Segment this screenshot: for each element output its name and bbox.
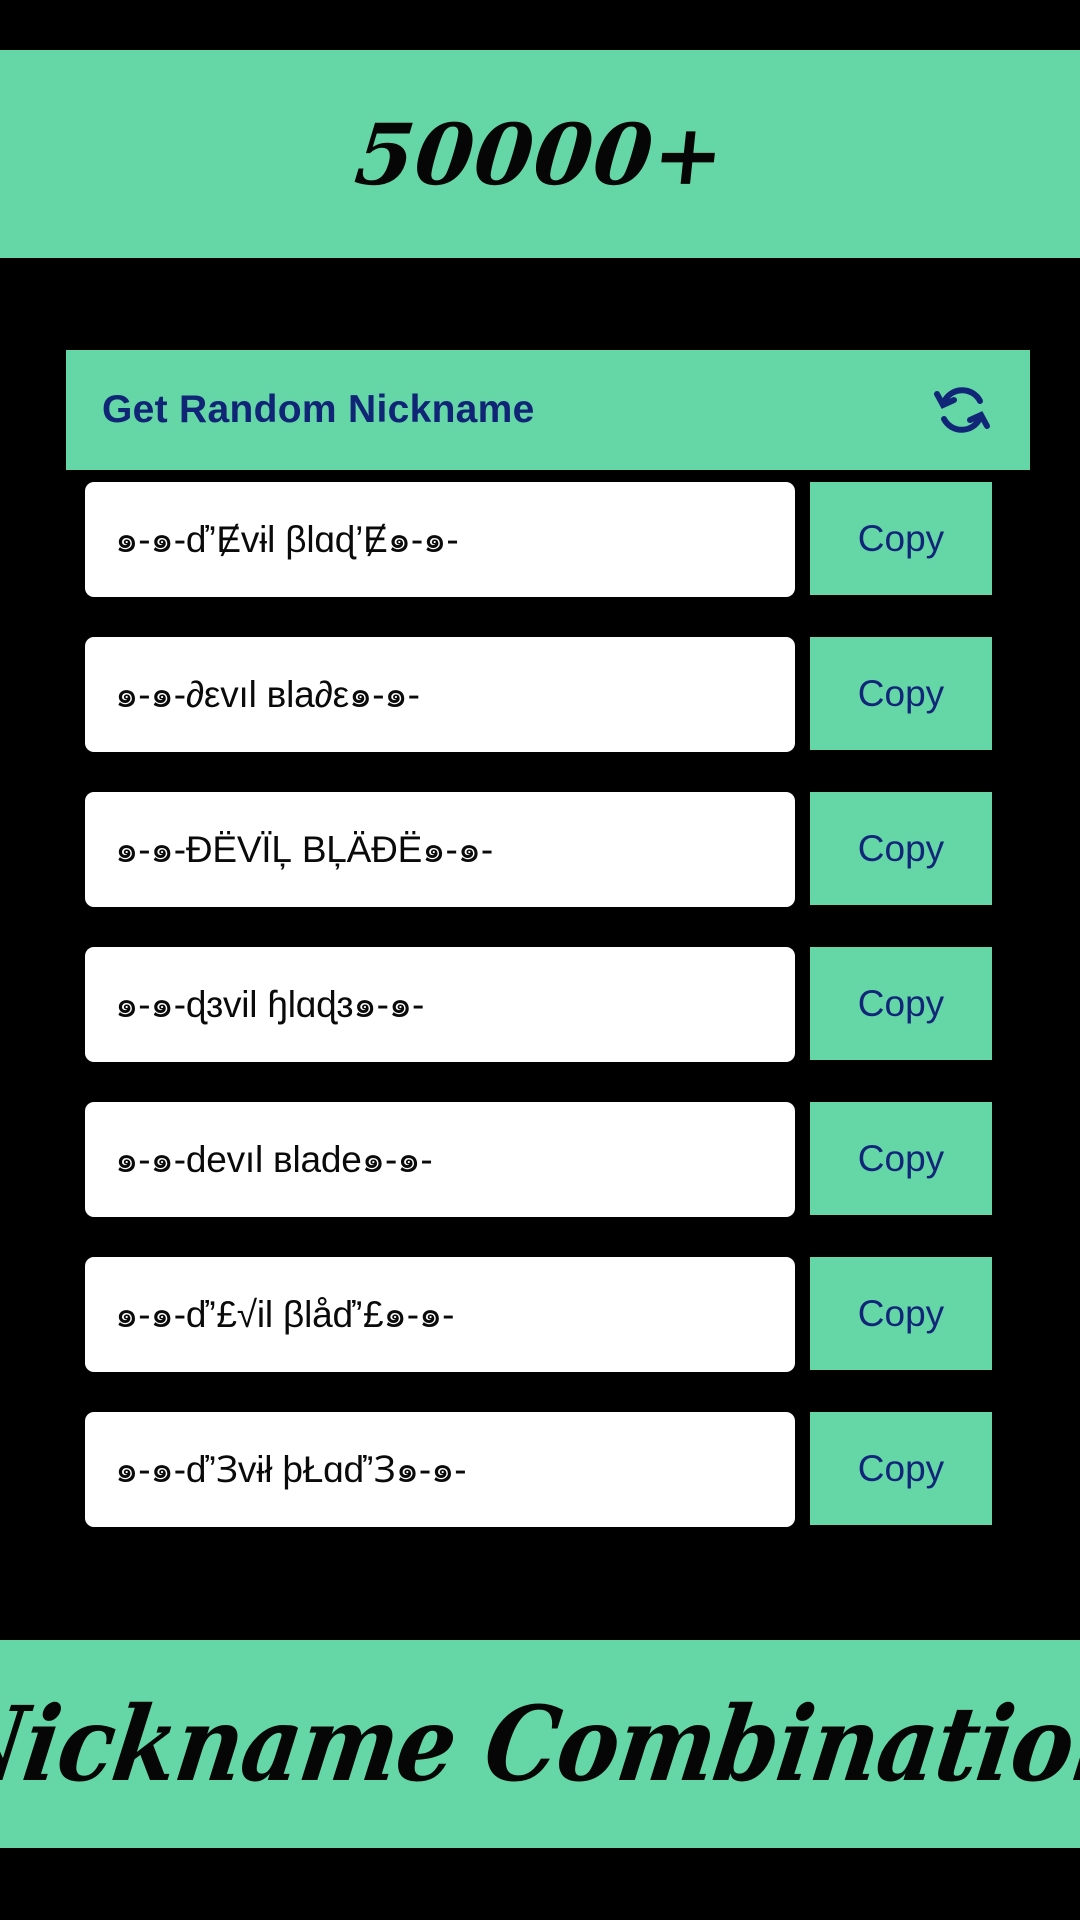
page-title: 50000+ <box>350 104 730 204</box>
nickname-text: ๑-๑-∂εvıl вla∂ε๑-๑- <box>115 674 420 715</box>
nickname-card[interactable]: ๑-๑-ɖɜvil ɧlɑɖɜ๑-๑- <box>85 947 795 1062</box>
nickname-row: ๑-๑-ď’Ɇvɨl βlɑɖ’Ɇ๑-๑- Copy <box>0 482 1080 609</box>
copy-button[interactable]: Copy <box>810 637 992 750</box>
nickname-row: ๑-๑-ď’£√il βlåď’£๑-๑- Copy <box>0 1257 1080 1384</box>
copy-button[interactable]: Copy <box>810 1412 992 1525</box>
app-screen: 50000+ Get Random Nickname ๑-๑-ď’Ɇvɨl βl… <box>0 0 1080 1920</box>
nickname-row: ๑-๑-ĐËVÏĻ BĻÄĐË๑-๑- Copy <box>0 792 1080 919</box>
nickname-text: ๑-๑-ď’Ɜvɨł þŁɑď’Ɜ๑-๑- <box>115 1449 467 1490</box>
nickname-row: ๑-๑-devıl вlade๑-๑- Copy <box>0 1102 1080 1229</box>
bottom-banner: Nickname Combination <box>0 1640 1080 1848</box>
nickname-text: ๑-๑-devıl вlade๑-๑- <box>115 1139 433 1180</box>
footer-title: Nickname Combination <box>0 1683 1080 1805</box>
copy-button-label: Copy <box>857 672 945 714</box>
refresh-icon[interactable] <box>930 378 994 442</box>
copy-button[interactable]: Copy <box>810 1257 992 1370</box>
nickname-text: ๑-๑-ď’£√il βlåď’£๑-๑- <box>115 1294 455 1335</box>
nickname-text: ๑-๑-ɖɜvil ɧlɑɖɜ๑-๑- <box>115 984 425 1025</box>
copy-button[interactable]: Copy <box>810 947 992 1060</box>
nickname-card[interactable]: ๑-๑-ď’Ɜvɨł þŁɑď’Ɜ๑-๑- <box>85 1412 795 1527</box>
nickname-card[interactable]: ๑-๑-ď’£√il βlåď’£๑-๑- <box>85 1257 795 1372</box>
get-random-nickname-label: Get Random Nickname <box>102 388 535 431</box>
copy-button[interactable]: Copy <box>810 1102 992 1215</box>
copy-button-label: Copy <box>857 982 945 1024</box>
nickname-card[interactable]: ๑-๑-∂εvıl вla∂ε๑-๑- <box>85 637 795 752</box>
copy-button[interactable]: Copy <box>810 482 992 595</box>
nickname-list: ๑-๑-ď’Ɇvɨl βlɑɖ’Ɇ๑-๑- Copy ๑-๑-∂εvıl вla… <box>0 482 1080 1567</box>
nickname-row: ๑-๑-ɖɜvil ɧlɑɖɜ๑-๑- Copy <box>0 947 1080 1074</box>
nickname-text: ๑-๑-ď’Ɇvɨl βlɑɖ’Ɇ๑-๑- <box>115 519 459 560</box>
top-banner: 50000+ <box>0 50 1080 258</box>
nickname-card[interactable]: ๑-๑-ď’Ɇvɨl βlɑɖ’Ɇ๑-๑- <box>85 482 795 597</box>
copy-button-label: Copy <box>857 827 945 869</box>
copy-button-label: Copy <box>857 1292 945 1334</box>
nickname-row: ๑-๑-∂εvıl вla∂ε๑-๑- Copy <box>0 637 1080 764</box>
get-random-nickname-bar[interactable]: Get Random Nickname <box>66 350 1030 470</box>
nickname-card[interactable]: ๑-๑-ĐËVÏĻ BĻÄĐË๑-๑- <box>85 792 795 907</box>
nickname-card[interactable]: ๑-๑-devıl вlade๑-๑- <box>85 1102 795 1217</box>
nickname-text: ๑-๑-ĐËVÏĻ BĻÄĐË๑-๑- <box>115 829 493 870</box>
nickname-row: ๑-๑-ď’Ɜvɨł þŁɑď’Ɜ๑-๑- Copy <box>0 1412 1080 1539</box>
copy-button[interactable]: Copy <box>810 792 992 905</box>
copy-button-label: Copy <box>857 1137 945 1179</box>
copy-button-label: Copy <box>857 517 945 559</box>
copy-button-label: Copy <box>857 1447 945 1489</box>
